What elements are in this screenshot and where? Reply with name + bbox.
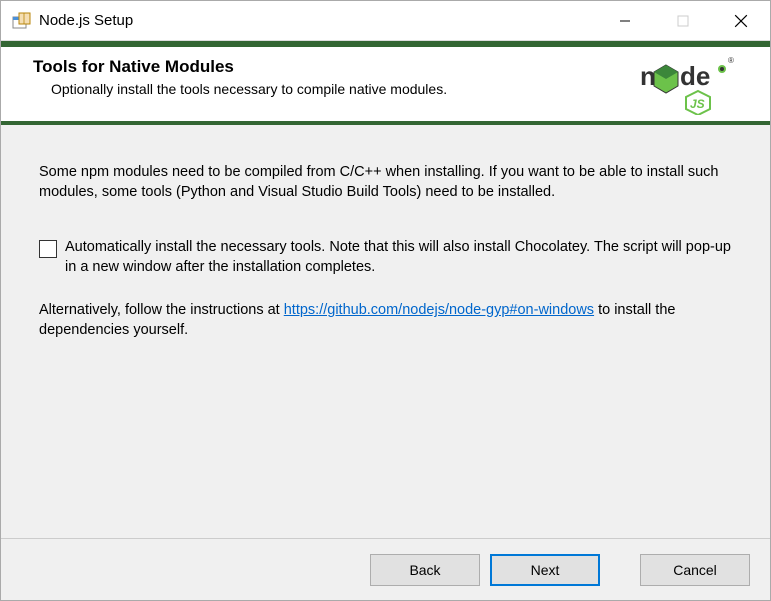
header-area: Tools for Native Modules Optionally inst…	[1, 47, 770, 125]
intro-text: Some npm modules need to be compiled fro…	[39, 163, 732, 202]
cancel-button[interactable]: Cancel	[640, 554, 750, 586]
alt-text-pre: Alternatively, follow the instructions a…	[39, 302, 284, 318]
content-area: Some npm modules need to be compiled fro…	[1, 125, 770, 538]
alternative-text: Alternatively, follow the instructions a…	[39, 301, 732, 340]
maximize-button	[654, 1, 712, 40]
svg-text:®: ®	[728, 56, 734, 65]
header-text: Tools for Native Modules Optionally inst…	[33, 55, 630, 97]
node-gyp-link[interactable]: https://github.com/nodejs/node-gyp#on-wi…	[284, 302, 594, 318]
installer-window: Node.js Setup Tools for Native Modules O…	[0, 0, 771, 601]
titlebar: Node.js Setup	[1, 1, 770, 41]
auto-install-label: Automatically install the necessary tool…	[65, 238, 732, 277]
window-title: Node.js Setup	[39, 12, 596, 29]
svg-text:de: de	[680, 61, 710, 91]
window-controls	[596, 1, 770, 40]
close-button[interactable]	[712, 1, 770, 40]
auto-install-checkbox-row: Automatically install the necessary tool…	[39, 238, 732, 277]
button-bar: Back Next Cancel	[1, 538, 770, 600]
svg-text:JS: JS	[690, 97, 705, 111]
auto-install-checkbox[interactable]	[39, 240, 57, 258]
installer-icon	[11, 11, 31, 31]
nodejs-logo: n de ® JS	[630, 55, 750, 115]
back-button[interactable]: Back	[370, 554, 480, 586]
next-button[interactable]: Next	[490, 554, 600, 586]
page-subtitle: Optionally install the tools necessary t…	[51, 81, 630, 97]
minimize-button[interactable]	[596, 1, 654, 40]
page-title: Tools for Native Modules	[33, 57, 630, 77]
